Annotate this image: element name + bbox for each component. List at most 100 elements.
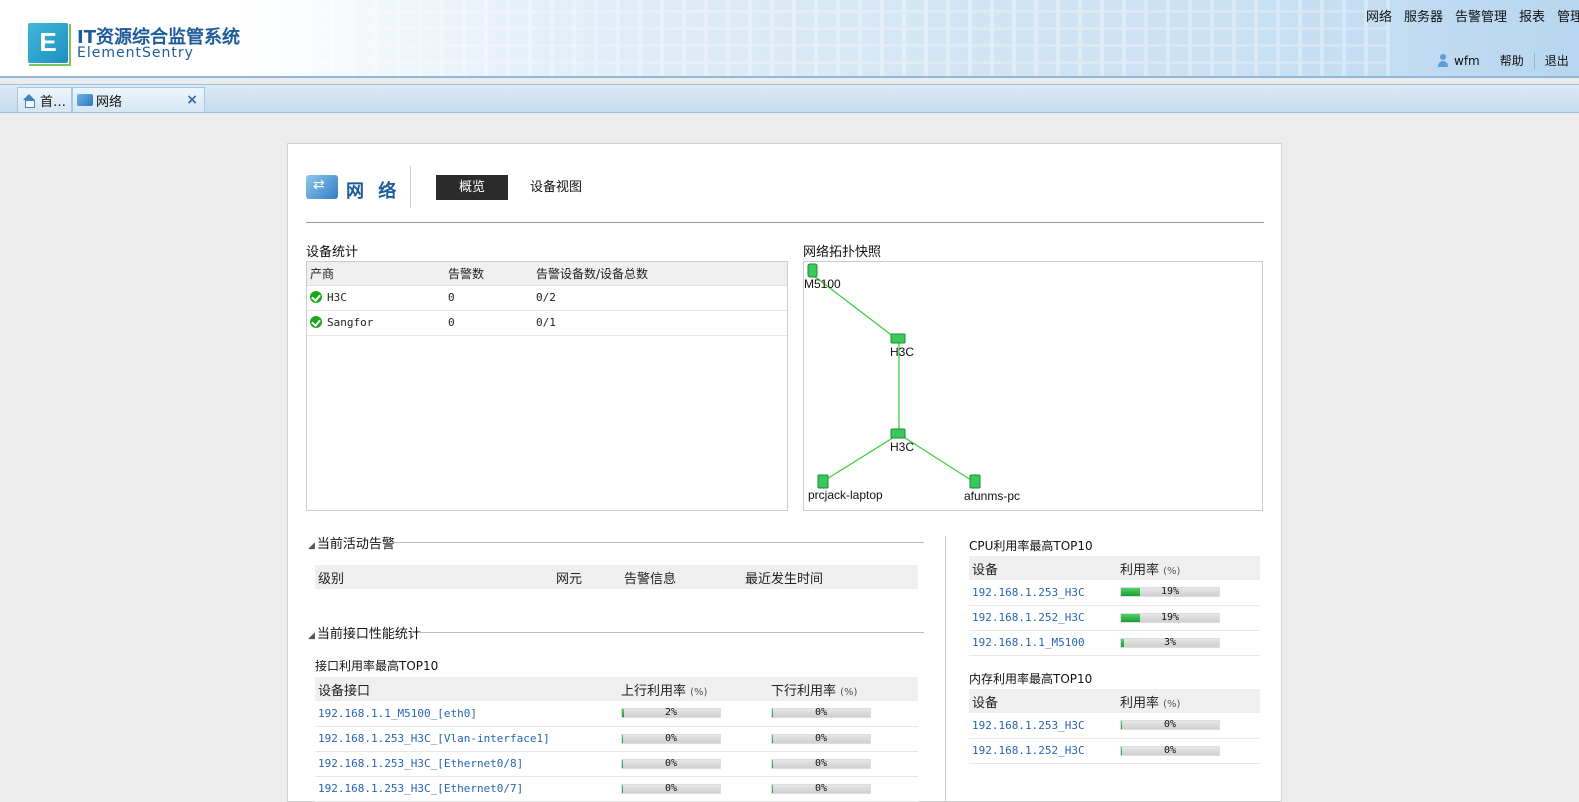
home-icon (22, 94, 36, 108)
usage-value: 0% (1163, 719, 1177, 731)
node-label: M5100 (804, 277, 841, 291)
table-row[interactable]: Sangfor 0 0/1 (307, 310, 787, 336)
tab-home-label: 首… (40, 94, 67, 110)
server-node-icon[interactable] (807, 263, 818, 278)
active-alarms-table: 级别 网元 告警信息 最近发生时间 (315, 565, 918, 589)
down-rate-cell: 0% (768, 701, 918, 727)
switch-node-icon[interactable] (890, 428, 906, 439)
up-rate-bar: 2% (621, 707, 721, 719)
nav-management[interactable]: 管理 (1557, 6, 1579, 25)
table-row[interactable]: 192.168.1.252_H3C 0% (969, 738, 1260, 764)
device-link[interactable]: 192.168.1.252_H3C (972, 744, 1085, 757)
node-label: prcjack-laptop (808, 488, 883, 502)
device-link[interactable]: 192.168.1.253_H3C (972, 719, 1085, 732)
interface-link[interactable]: 192.168.1.253_H3C_[Vlan-interface1] (318, 732, 550, 745)
usage-cell: 0% (1117, 713, 1260, 739)
nav-reports[interactable]: 报表 (1519, 6, 1545, 25)
interface-name-cell: 192.168.1.253_H3C_[Ethernet0/7] (315, 776, 618, 802)
overview-button[interactable]: 概览 (436, 175, 508, 200)
device-link[interactable]: 192.168.1.1_M5100 (972, 636, 1085, 649)
device-stats-label: 设备统计 (306, 245, 359, 260)
interface-link[interactable]: 192.168.1.253_H3C_[Ethernet0/7] (318, 782, 523, 795)
unit-label: (%) (1163, 565, 1181, 577)
nav-server[interactable]: 服务器 (1404, 6, 1443, 25)
logout-link[interactable]: 退出 (1545, 52, 1569, 69)
table-row[interactable]: 192.168.1.253_H3C_[Ethernet0/8] 0% 0% (315, 751, 918, 777)
up-rate-cell: 2% (618, 701, 768, 727)
down-rate-bar: 0% (771, 757, 871, 769)
nav-network[interactable]: 网络 (1366, 6, 1392, 25)
table-row[interactable]: 192.168.1.253_H3C_[Ethernet0/7] 0% 0% (315, 776, 918, 802)
down-rate-cell: 0% (768, 726, 918, 752)
usage-value: 2% (664, 707, 678, 719)
close-icon[interactable]: × (186, 92, 198, 108)
divider (418, 632, 924, 633)
device-name-cell: 192.168.1.1_M5100 (969, 630, 1117, 656)
interface-name-cell: 192.168.1.253_H3C_[Ethernet0/8] (315, 751, 618, 777)
node-label: H3C (890, 440, 915, 454)
device-stats-box: 产商 告警数 告警设备数/设备总数 H3C 0 0/2 Sangfor 0 0/… (306, 261, 788, 511)
usage-value: 0% (814, 707, 828, 719)
vendor-cell: Sangfor (307, 310, 445, 336)
device-name-cell: 192.168.1.252_H3C (969, 605, 1117, 631)
tab-network[interactable]: 网络 × (72, 87, 205, 112)
device-stats-table: 产商 告警数 告警设备数/设备总数 H3C 0 0/2 Sangfor 0 0/… (307, 262, 787, 336)
app-subtitle: ElementSentry (77, 45, 194, 61)
pc-node-icon[interactable] (969, 474, 981, 489)
nav-alarm-management[interactable]: 告警管理 (1455, 6, 1507, 25)
tab-bar: 首… 网络 × (0, 84, 1579, 113)
col-device: 设备 (969, 556, 1117, 580)
status-ok-icon (310, 291, 322, 303)
col-alarm-count: 告警数 (445, 262, 533, 286)
mem-table: 设备 利用率 (%) 192.168.1.253_H3C 0% 192.168.1.… (969, 689, 1260, 764)
pc-node-icon[interactable] (817, 474, 829, 489)
table-row[interactable]: 192.168.1.253_H3C_[Vlan-interface1] 0% 0% (315, 726, 918, 752)
top-nav: 网络 服务器 告警管理 报表 管理 (1366, 6, 1579, 25)
table-row[interactable]: 192.168.1.253_H3C 0% (969, 713, 1260, 739)
topology-box[interactable]: M5100 H3C H3C prcjack-laptop afunms-pc (803, 261, 1263, 511)
tab-home[interactable]: 首… (17, 87, 72, 112)
tab-network-label: 网络 (96, 94, 123, 110)
usage-value: 0% (814, 757, 828, 769)
divider (945, 536, 946, 802)
unit-label: (%) (1163, 698, 1181, 710)
col-usage-label: 利用率 (1120, 695, 1160, 711)
divider (392, 542, 924, 543)
unit-label: (%) (840, 686, 858, 698)
col-down-rate: 下行利用率 (%) (768, 677, 918, 701)
device-link[interactable]: 192.168.1.252_H3C (972, 611, 1085, 624)
cpu-table: 设备 利用率 (%) 192.168.1.253_H3C 19% 192.168.1… (969, 556, 1260, 656)
up-rate-bar: 0% (621, 733, 721, 744)
col-up-label: 上行利用率 (621, 683, 687, 699)
usage-value: 3% (1163, 636, 1177, 648)
divider (410, 166, 411, 208)
usage-value: 19% (1160, 586, 1180, 598)
col-usage: 利用率 (%) (1117, 689, 1260, 713)
usage-value: 19% (1160, 611, 1180, 623)
alarm-ratio: 0/2 (533, 285, 787, 311)
interface-name-cell: 192.168.1.1_M5100_[eth0] (315, 701, 618, 727)
col-level: 级别 (315, 565, 553, 589)
alarm-ratio: 0/1 (533, 310, 787, 336)
usage-cell: 19% (1117, 605, 1260, 631)
switch-node-icon[interactable] (890, 333, 906, 344)
interface-link[interactable]: 192.168.1.253_H3C_[Ethernet0/8] (318, 757, 523, 770)
usage-value: 0% (664, 782, 678, 794)
up-rate-bar: 0% (621, 758, 721, 769)
col-usage: 利用率 (%) (1117, 556, 1260, 580)
interface-link[interactable]: 192.168.1.1_M5100_[eth0] (318, 707, 477, 720)
usage-bar: 19% (1120, 611, 1220, 623)
col-down-label: 下行利用率 (771, 683, 837, 699)
table-row[interactable]: 192.168.1.1_M5100_[eth0] 2% 0% (315, 701, 918, 727)
table-row[interactable]: H3C 0 0/2 (307, 285, 787, 311)
interface-top10-label: 接口利用率最高TOP10 (315, 659, 439, 673)
col-device: 设备 (969, 689, 1117, 713)
interface-name-cell: 192.168.1.253_H3C_[Vlan-interface1] (315, 726, 618, 752)
help-link[interactable]: 帮助 (1500, 52, 1524, 69)
header-background (290, 0, 1390, 76)
table-row[interactable]: 192.168.1.252_H3C 19% (969, 605, 1260, 631)
device-view-button[interactable]: 设备视图 (530, 175, 582, 200)
device-link[interactable]: 192.168.1.253_H3C (972, 586, 1085, 599)
table-row[interactable]: 192.168.1.1_M5100 3% (969, 630, 1260, 656)
table-row[interactable]: 192.168.1.253_H3C 19% (969, 580, 1260, 606)
